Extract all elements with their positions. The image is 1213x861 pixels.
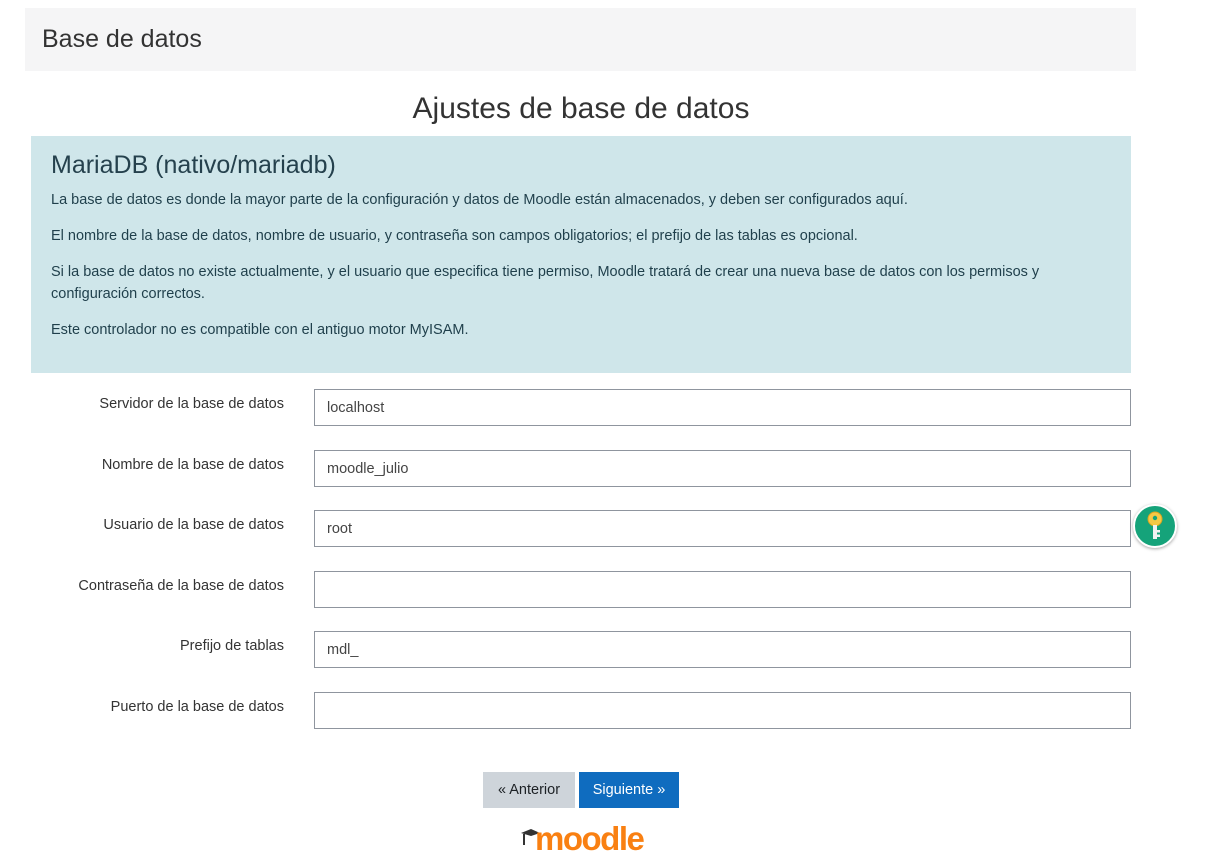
form-row-dbname: Nombre de la base de datos xyxy=(0,450,1213,487)
info-box: MariaDB (nativo/mariadb) La base de dato… xyxy=(31,136,1131,373)
dbport-input[interactable] xyxy=(314,692,1131,729)
page-header: Base de datos xyxy=(25,8,1136,71)
info-paragraph: Este controlador no es compatible con el… xyxy=(51,322,469,338)
dbuser-input[interactable] xyxy=(314,510,1131,547)
key-icon xyxy=(1147,511,1163,539)
dbhost-input[interactable] xyxy=(314,389,1131,426)
next-button[interactable]: Siguiente » xyxy=(579,772,679,808)
dbname-label: Nombre de la base de datos xyxy=(101,457,284,473)
dbpass-label: Contraseña de la base de datos xyxy=(78,578,284,594)
dbpass-input[interactable] xyxy=(314,571,1131,608)
info-paragraph: El nombre de la base de datos, nombre de… xyxy=(51,228,858,244)
page-title: Ajustes de base de datos xyxy=(412,92,750,125)
previous-button[interactable]: « Anterior xyxy=(483,772,575,808)
prefix-label: Prefijo de tablas xyxy=(180,638,284,654)
password-manager-button[interactable] xyxy=(1133,504,1177,548)
form-row-prefix: Prefijo de tablas xyxy=(0,631,1213,668)
dbport-label: Puerto de la base de datos xyxy=(110,699,284,715)
prefix-input[interactable] xyxy=(314,631,1131,668)
info-box-title: MariaDB (nativo/mariadb) xyxy=(51,151,336,179)
logo-text: moodle xyxy=(535,820,645,857)
dbuser-label: Usuario de la base de datos xyxy=(103,517,284,533)
moodle-logo: moodle xyxy=(520,820,650,858)
info-paragraph: Si la base de datos no existe actualment… xyxy=(51,264,1040,302)
form-row-dbport: Puerto de la base de datos xyxy=(0,692,1213,729)
info-paragraph: La base de datos es donde la mayor parte… xyxy=(51,192,908,208)
form-row-dbhost: Servidor de la base de datos xyxy=(0,389,1213,426)
form-row-dbpass: Contraseña de la base de datos xyxy=(0,571,1213,608)
dbname-input[interactable] xyxy=(314,450,1131,487)
header-title: Base de datos xyxy=(42,25,202,53)
form-row-dbuser: Usuario de la base de datos xyxy=(0,510,1213,547)
dbhost-label: Servidor de la base de datos xyxy=(99,396,284,412)
